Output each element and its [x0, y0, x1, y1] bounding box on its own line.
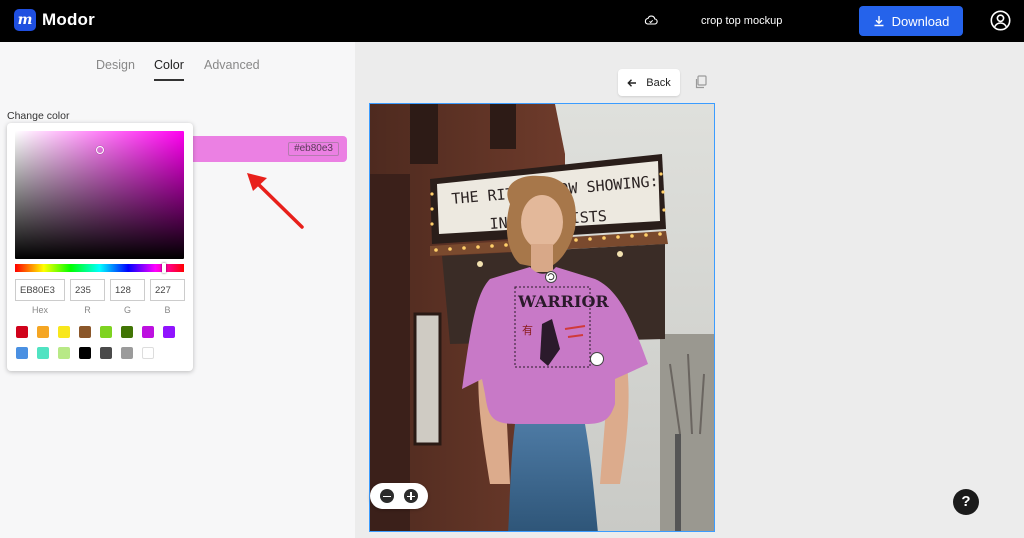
color-swatch[interactable] [142, 326, 154, 338]
arrow-left-icon [627, 78, 637, 87]
zoom-control [370, 483, 428, 509]
active-tab-indicator [154, 79, 184, 81]
panel-tabs: Design Color Advanced [0, 42, 355, 82]
download-icon [874, 16, 884, 27]
color-swatch[interactable] [121, 347, 133, 359]
project-title[interactable]: crop top mockup [701, 15, 782, 27]
color-swatch[interactable] [37, 347, 49, 359]
app-name: Modor [42, 10, 95, 29]
r-label: R [84, 305, 91, 315]
saturation-handle[interactable] [96, 146, 104, 154]
user-circle-icon[interactable] [990, 10, 1011, 31]
hex-input[interactable] [15, 279, 65, 301]
cloud-icon [644, 15, 658, 25]
svg-text:有: 有 [522, 323, 533, 337]
color-swatch[interactable] [37, 326, 49, 338]
color-swatch[interactable] [100, 347, 112, 359]
help-button[interactable]: ? [953, 489, 979, 515]
color-swatch[interactable] [142, 347, 154, 359]
color-swatch[interactable] [100, 326, 112, 338]
hex-chip: #eb80e3 [288, 142, 339, 156]
color-swatch[interactable] [121, 326, 133, 338]
color-swatch[interactable] [79, 326, 91, 338]
color-swatch[interactable] [16, 347, 28, 359]
download-button[interactable]: Download [859, 6, 963, 36]
app-logo[interactable]: m Modor [14, 9, 95, 31]
hex-label: Hex [31, 305, 48, 315]
download-label: Download [891, 13, 950, 29]
color-picker: Hex R G B [7, 123, 193, 371]
color-swatch[interactable] [163, 326, 175, 338]
g-label: G [123, 305, 131, 315]
color-swatch[interactable] [58, 347, 70, 359]
b-input[interactable] [150, 279, 185, 301]
r-input[interactable] [70, 279, 105, 301]
red-arrow-annotation [247, 173, 304, 229]
logo-mark: m [14, 9, 36, 31]
hue-slider[interactable] [15, 263, 184, 273]
b-label: B [164, 305, 171, 315]
g-input[interactable] [110, 279, 145, 301]
saturation-field[interactable] [15, 131, 184, 259]
minus-circle-icon[interactable] [380, 489, 394, 503]
change-color-label: Change color [7, 110, 70, 122]
mockup-canvas[interactable]: THE RITZ - NOW SHOWING: INDIE ARTISTS WA… [369, 103, 715, 532]
hue-handle[interactable] [162, 263, 166, 273]
tab-design[interactable]: Design [96, 58, 135, 72]
back-label: Back [646, 76, 671, 89]
top-bar: m Modor crop top mockup Download [0, 0, 1024, 42]
plus-circle-icon[interactable] [404, 489, 418, 503]
color-swatch[interactable] [16, 326, 28, 338]
copy-icon[interactable] [694, 75, 708, 89]
mockup-photo: THE RITZ - NOW SHOWING: INDIE ARTISTS WA… [370, 104, 714, 531]
color-swatch[interactable] [79, 347, 91, 359]
tab-advanced[interactable]: Advanced [204, 58, 260, 72]
back-button[interactable]: Back [618, 69, 680, 96]
tab-color[interactable]: Color [154, 58, 184, 72]
shirt-print-title: WARRIOR [517, 292, 609, 311]
color-swatch[interactable] [58, 326, 70, 338]
